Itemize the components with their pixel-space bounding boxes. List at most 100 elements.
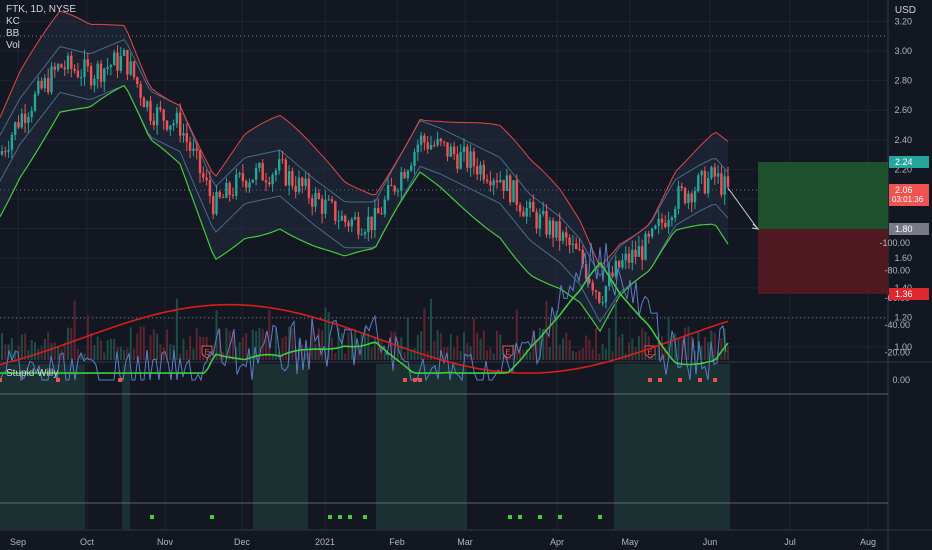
candle [512,180,515,203]
candle-body [327,199,330,201]
candle-body [139,84,142,98]
candle-body [674,209,677,218]
volume-bar [93,345,96,360]
candle [644,231,647,261]
candle-body [169,125,172,130]
currency-label[interactable]: USD [895,5,916,16]
volume-bar [129,327,132,360]
candle-body [452,146,456,155]
candle-body [436,138,439,146]
kc-indicator-label[interactable]: KC [6,16,76,28]
candle-body [406,170,410,179]
candle-body [278,159,281,171]
candle-body [149,101,152,121]
candle-body [27,116,30,123]
stop-price-tag-text: 1.36 [895,289,913,299]
volume-bar [492,353,495,360]
osc-tick-label: 0.00 [892,375,910,385]
candle-body [545,211,548,235]
candle-body [446,142,449,157]
candle-body [423,135,426,143]
volume-bar [482,330,485,360]
volume-bar [175,298,178,360]
oscillator-signal-dot [363,515,367,519]
volume-bar [631,338,634,360]
candle-body [172,123,175,126]
time-tick-label: Nov [157,537,174,547]
oscillator-label[interactable]: Stupid Willy [6,368,58,379]
candle-body [350,219,353,227]
countdown-text: 03:01:36 [892,195,924,204]
candle-body [456,154,459,169]
volume-bar [601,343,604,360]
candle-body [396,190,400,192]
candle-body [221,196,225,198]
candle-body [657,218,660,226]
chart-canvas[interactable]: EEE3.203.002.802.602.402.202.001.801.601… [0,0,932,550]
candle [710,165,713,180]
candle [89,62,93,90]
candle-body [238,173,241,175]
volume-bar [152,329,155,360]
stop-price-tag: 1.36 [889,288,929,300]
candle-body [235,174,238,196]
volume-bar [621,333,624,360]
candle-body [215,191,218,215]
volume-bar [149,335,152,360]
candle-body [390,185,393,187]
candle-body [660,218,664,223]
candle-body [598,292,601,303]
candle-body [373,208,377,231]
volume-bar [27,350,30,360]
oscillator-signal-dot [413,378,417,382]
oscillator-signal-dot [0,378,2,382]
candle-body [165,120,169,130]
oscillator-signal-dot [518,515,522,519]
candle-body [667,220,670,228]
volume-bar [4,344,7,360]
volume-bar [284,336,287,360]
candle-body [568,237,571,246]
candle-body [393,186,396,192]
candle-body [575,243,578,250]
time-tick-label: May [621,537,639,547]
volume-bar [106,340,109,360]
candle-body [268,182,271,185]
candle-body [624,253,627,261]
oscillator-signal-dot [328,515,332,519]
candle-body [37,80,40,94]
candle-body [142,97,146,108]
candle-body [7,149,10,152]
volume-bar [383,351,386,360]
osc-tick-label: -40.00 [884,320,910,330]
volume-bar [113,338,116,360]
volume-bar [238,342,241,360]
candle-body [617,260,621,268]
candle-body [261,163,264,181]
candle-body [525,208,528,217]
target-price-tag-text: 2.24 [895,157,913,167]
vol-indicator-label[interactable]: Vol [6,40,76,52]
volume-bar [453,347,456,360]
candle-body [512,180,515,203]
candle-body [281,159,284,161]
candle-body [400,172,403,191]
candle-body [367,216,370,233]
candle-body [614,260,617,277]
time-tick-label: Oct [80,537,95,547]
candle-body [713,167,716,177]
candle-body [17,122,20,128]
oscillator-signal-dot [418,378,422,382]
candle-body [297,177,301,192]
candle-body [700,170,703,176]
candle-body [63,67,66,70]
symbol-title[interactable]: FTK, 1D, NYSE [6,4,76,16]
candle-body [132,61,136,78]
bb-indicator-label[interactable]: BB [6,28,76,40]
candle-body [360,234,363,236]
candle-body [96,63,99,79]
volume-bar [585,335,588,360]
volume-bar [1,332,3,360]
candle-body [429,144,433,150]
candle-body [472,151,476,167]
